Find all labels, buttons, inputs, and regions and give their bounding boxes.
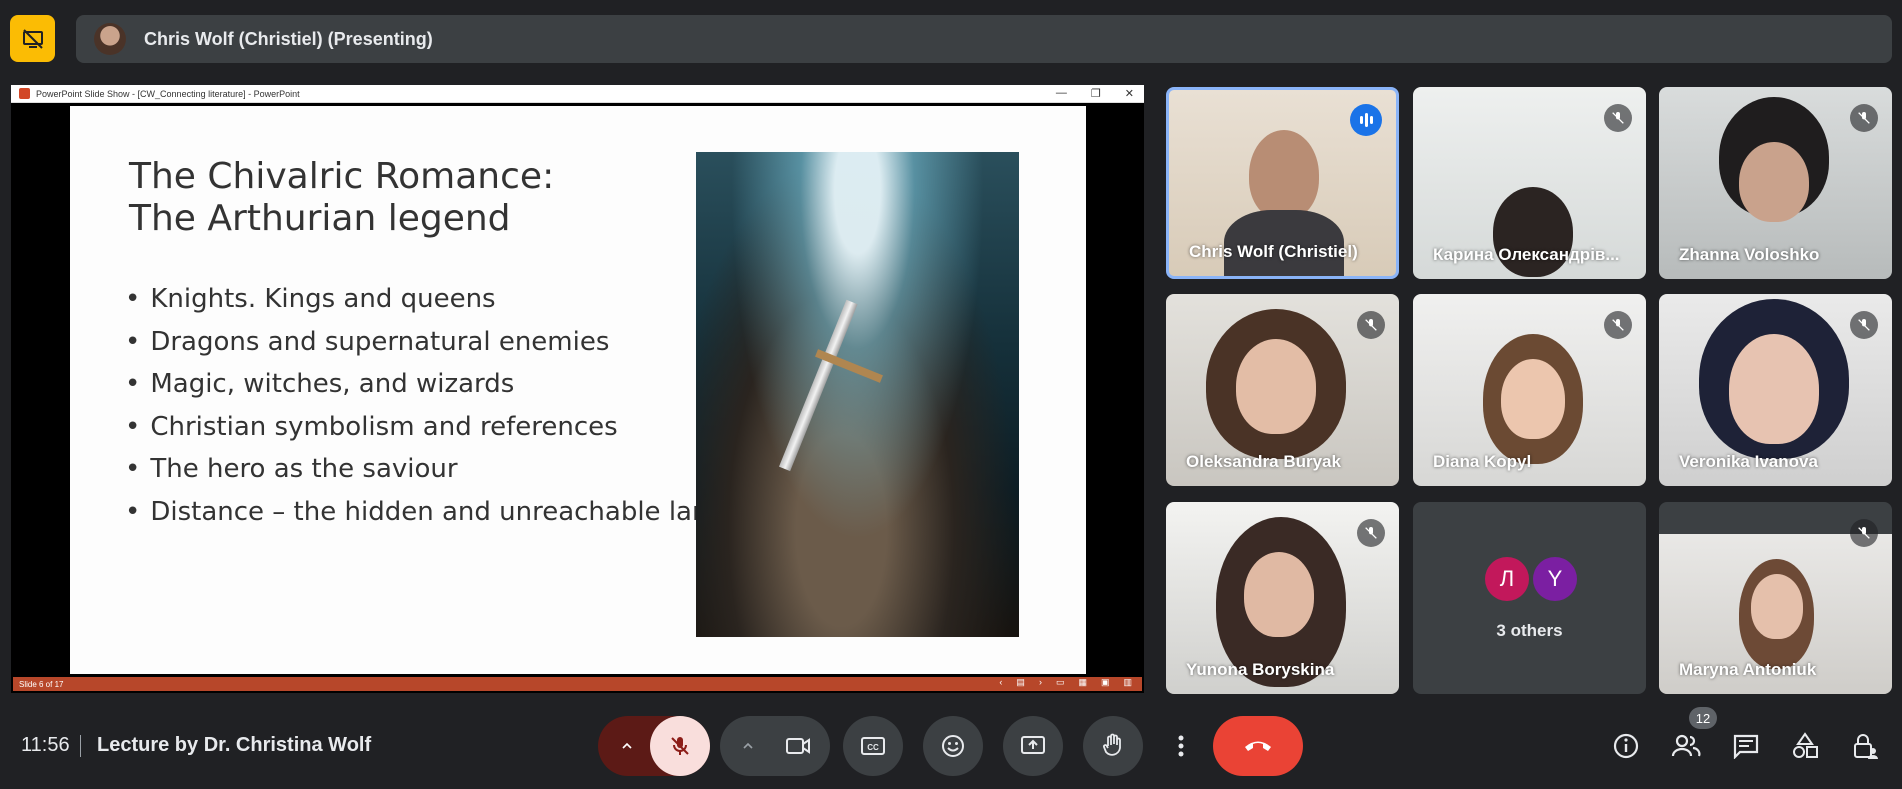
svg-text:CC: CC <box>867 743 879 752</box>
audio-options-button[interactable] <box>601 716 653 776</box>
present-button[interactable] <box>1003 716 1063 776</box>
mic-off-icon <box>1604 104 1632 132</box>
captions-button[interactable]: CC <box>843 716 903 776</box>
people-button[interactable] <box>1670 730 1702 762</box>
meeting-details-button[interactable] <box>1610 730 1642 762</box>
clock: 11:56 <box>21 734 70 756</box>
presenting-icon[interactable] <box>10 15 55 62</box>
others-label: 3 others <box>1496 621 1563 640</box>
emoji-icon <box>942 735 964 757</box>
participant-name: Yunona Boryskina <box>1186 660 1335 679</box>
activities-button[interactable] <box>1789 730 1821 762</box>
presenter-bar: Chris Wolf (Christiel) (Presenting) <box>76 15 1892 63</box>
end-call-icon <box>1245 741 1271 751</box>
host-controls-button[interactable] <box>1849 730 1881 762</box>
participant-name: Diana Kopyl <box>1433 452 1532 471</box>
people-count-badge: 12 <box>1689 707 1717 729</box>
presenter-avatar <box>94 23 126 55</box>
leave-call-button[interactable] <box>1213 716 1303 776</box>
camera-icon <box>786 738 810 754</box>
bullet-item: Magic, witches, and wizards <box>125 363 725 406</box>
info-icon <box>1613 733 1639 759</box>
captions-icon: CC <box>861 737 885 755</box>
meeting-title: Lecture by Dr. Christina Wolf <box>97 734 372 756</box>
powerpoint-title-bar: PowerPoint Slide Show - [CW_Connecting l… <box>11 85 1144 103</box>
minimize-icon: — <box>1055 87 1067 99</box>
others-tile[interactable]: Л Y 3 others <box>1413 502 1646 694</box>
slideshow-view-icon: ▥ <box>1123 677 1132 687</box>
raise-hand-button[interactable] <box>1083 716 1143 776</box>
mic-off-icon <box>1604 311 1632 339</box>
participant-name: Карина Олександрів... <box>1433 245 1620 264</box>
bullet-item: Dragons and supernatural enemies <box>125 321 725 364</box>
people-icon <box>1671 734 1701 757</box>
chat-icon <box>1733 734 1759 759</box>
slide-title: The Chivalric Romance: The Arthurian leg… <box>129 156 554 240</box>
lock-person-icon <box>1854 734 1878 759</box>
more-vert-icon <box>1178 735 1184 757</box>
mic-off-icon <box>1357 311 1385 339</box>
mic-off-icon <box>671 737 689 755</box>
mic-toggle-button[interactable] <box>650 716 710 776</box>
shared-screen: PowerPoint Slide Show - [CW_Connecting l… <box>11 85 1144 693</box>
participant-name: Veronika Ivanova <box>1679 452 1818 471</box>
slide-bullets: Knights. Kings and queens Dragons and su… <box>125 278 725 533</box>
participant-name: Chris Wolf (Christiel) <box>1189 242 1358 261</box>
participant-tile[interactable]: Chris Wolf (Christiel) <box>1166 87 1399 279</box>
participant-tile[interactable]: Yunona Boryskina <box>1166 502 1399 694</box>
reactions-button[interactable] <box>923 716 983 776</box>
participant-name: Oleksandra Buryak <box>1186 452 1341 471</box>
next-slide-icon: › <box>1038 677 1042 687</box>
participant-tile[interactable]: Zhanna Voloshko <box>1659 87 1892 279</box>
window-title: PowerPoint Slide Show - [CW_Connecting l… <box>36 88 300 99</box>
slide-counter: Slide 6 of 17 <box>19 679 64 689</box>
participant-tile[interactable]: Maryna Antoniuk <box>1659 502 1892 694</box>
reading-view-icon: ▣ <box>1100 677 1110 687</box>
sword-shape <box>779 299 858 472</box>
participant-name: Zhanna Voloshko <box>1679 245 1820 264</box>
participant-tile[interactable]: Diana Kopyl <box>1413 294 1646 486</box>
avatar: Л <box>1485 557 1529 601</box>
bullet-item: Distance – the hidden and unreachable la… <box>125 491 725 534</box>
slide-title-line2: The Arthurian legend <box>129 198 511 239</box>
slideshow-status-bar: Slide 6 of 17 ‹ ▤ › ▭ ▦ ▣ ▥ <box>13 677 1142 691</box>
slide: The Chivalric Romance: The Arthurian leg… <box>70 106 1086 674</box>
sorter-view-icon: ▦ <box>1078 677 1087 687</box>
bullet-item: The hero as the saviour <box>125 448 725 491</box>
chat-button[interactable] <box>1730 730 1762 762</box>
mic-off-icon <box>1357 519 1385 547</box>
slide-title-line1: The Chivalric Romance: <box>129 156 555 197</box>
restore-icon: ❐ <box>1090 88 1101 100</box>
others-avatars: Л Y <box>1485 557 1577 601</box>
video-options-button[interactable] <box>722 716 774 776</box>
participant-tile[interactable]: Veronika Ivanova <box>1659 294 1892 486</box>
close-icon: ✕ <box>1124 88 1134 100</box>
bullet-item: Knights. Kings and queens <box>125 278 725 321</box>
sword-in-stone-image <box>696 152 1019 637</box>
normal-view-icon: ▭ <box>1055 677 1065 687</box>
participant-name: Maryna Antoniuk <box>1679 660 1817 679</box>
mic-off-icon <box>1850 104 1878 132</box>
speaking-indicator-icon <box>1350 104 1382 136</box>
mic-off-icon <box>1850 311 1878 339</box>
avatar: Y <box>1533 557 1577 601</box>
participant-tile[interactable]: Карина Олександрів... <box>1413 87 1646 279</box>
bullet-item: Christian symbolism and references <box>125 406 725 449</box>
presenter-label: Chris Wolf (Christiel) (Presenting) <box>144 28 433 49</box>
hand-icon <box>1103 733 1121 756</box>
prev-slide-icon: ‹ <box>999 677 1003 687</box>
powerpoint-icon <box>19 88 30 99</box>
divider <box>80 735 81 757</box>
participant-tile[interactable]: Oleksandra Buryak <box>1166 294 1399 486</box>
slide-menu-icon: ▤ <box>1016 677 1025 687</box>
more-options-button[interactable] <box>1162 716 1200 776</box>
present-screen-icon <box>1021 736 1045 754</box>
camera-toggle-button[interactable] <box>768 716 828 776</box>
activities-icon <box>1793 732 1818 758</box>
mic-off-icon <box>1850 519 1878 547</box>
